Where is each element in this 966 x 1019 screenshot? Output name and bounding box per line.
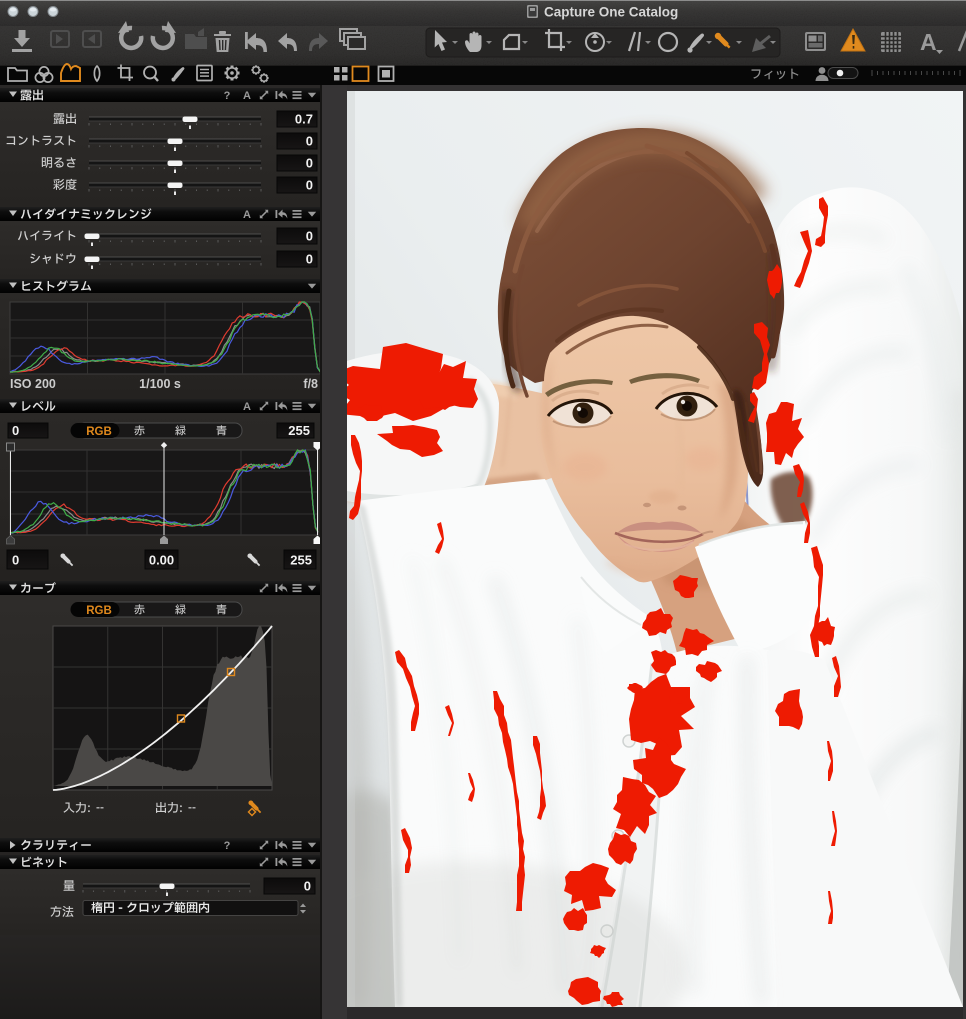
svg-text:0: 0 [306, 156, 313, 171]
svg-text:0.7: 0.7 [295, 112, 313, 127]
svg-text:0: 0 [12, 423, 19, 438]
svg-text:0.00: 0.00 [149, 553, 174, 568]
svg-text:RGB: RGB [86, 605, 112, 617]
svg-text:A: A [243, 401, 251, 413]
svg-text:ISO 200: ISO 200 [10, 377, 56, 391]
svg-text:255: 255 [290, 553, 312, 568]
svg-text:0: 0 [306, 134, 313, 149]
svg-text:0: 0 [306, 178, 313, 193]
svg-text:A: A [243, 209, 251, 221]
svg-text:A: A [920, 29, 937, 55]
svg-text:0: 0 [306, 229, 313, 244]
svg-text:0: 0 [12, 553, 19, 568]
svg-text:f/8: f/8 [303, 377, 318, 391]
svg-text:Capture One Catalog: Capture One Catalog [544, 5, 678, 20]
svg-text:A: A [243, 90, 251, 102]
svg-text:1/100 s: 1/100 s [139, 377, 181, 391]
svg-text:255: 255 [288, 423, 310, 438]
svg-text:0: 0 [304, 879, 311, 894]
svg-text:--: -- [188, 800, 196, 814]
svg-text:?: ? [224, 840, 231, 852]
svg-text:0: 0 [306, 252, 313, 267]
svg-text:--: -- [96, 800, 104, 814]
svg-text:RGB: RGB [86, 426, 112, 438]
svg-text:?: ? [224, 90, 231, 102]
